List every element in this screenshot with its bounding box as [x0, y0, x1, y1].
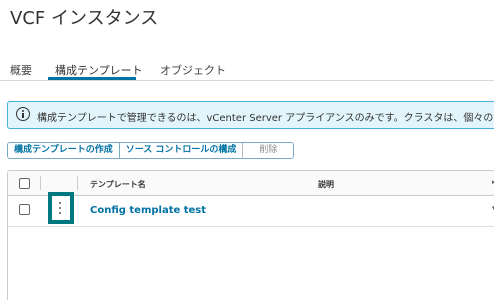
tab-overview[interactable]: 概要	[10, 62, 32, 78]
tab-objects[interactable]: オブジェクト	[160, 62, 226, 78]
template-datagrid: テンプレート名 説明 ▸ Config template test ▾	[7, 170, 494, 300]
tab-bar: 概要 構成テンプレート オブジェクト	[0, 58, 494, 81]
alert-text: 構成テンプレートで管理できるのは、vCenter Server アプライアンスの…	[37, 113, 494, 124]
column-separator	[77, 176, 78, 190]
active-tab-indicator	[48, 77, 136, 80]
configure-source-control-button[interactable]: ソース コントロールの構成	[118, 143, 243, 158]
column-header-template-name[interactable]: テンプレート名	[90, 179, 146, 190]
column-header-description[interactable]: 説明	[318, 179, 334, 190]
page: VCF インスタンス 概要 構成テンプレート オブジェクト 構成テンプレートで管…	[0, 0, 494, 300]
create-template-button[interactable]: 構成テンプレートの作成	[8, 143, 119, 158]
select-all-checkbox[interactable]	[19, 178, 30, 189]
delete-button[interactable]: 削除	[242, 143, 294, 158]
info-alert: 構成テンプレートで管理できるのは、vCenter Server アプライアンスの…	[7, 101, 494, 129]
grid-header: テンプレート名 説明 ▸	[8, 171, 494, 196]
toolbar: 構成テンプレートの作成 ソース コントロールの構成 削除	[7, 142, 295, 159]
column-separator	[40, 176, 41, 190]
table-row: Config template test ▾	[8, 192, 494, 227]
page-title: VCF インスタンス	[10, 8, 159, 29]
row-actions-button[interactable]	[48, 192, 74, 224]
row-select-checkbox[interactable]	[19, 204, 30, 215]
tab-config-templates[interactable]: 構成テンプレート	[55, 62, 143, 78]
template-name-link[interactable]: Config template test	[90, 205, 206, 216]
info-icon	[16, 107, 30, 121]
vertical-ellipsis-icon	[59, 200, 63, 216]
